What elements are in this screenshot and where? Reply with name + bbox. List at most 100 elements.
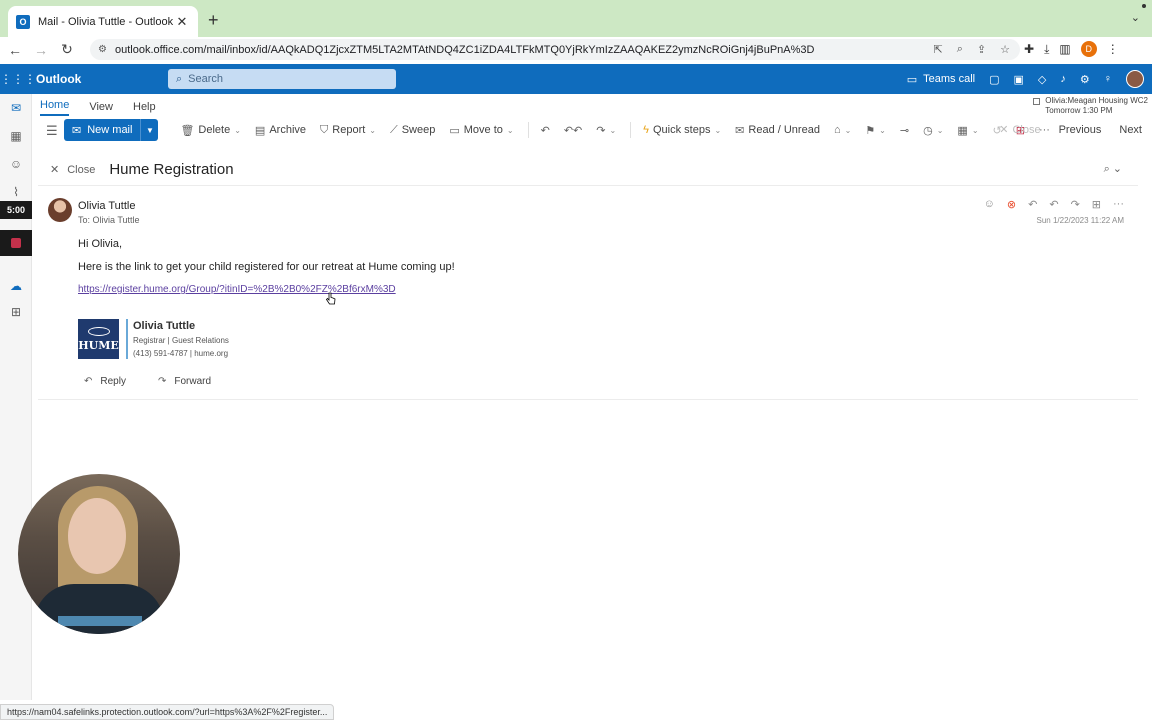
- sender-avatar[interactable]: [48, 198, 72, 222]
- webcam-shirt-print: [58, 616, 142, 626]
- bookmark-star-icon[interactable]: ☆: [1000, 43, 1010, 56]
- reply-all-toolbar-button[interactable]: ↶↶: [564, 124, 582, 137]
- url-text[interactable]: outlook.office.com/mail/inbox/id/AAQkADQ…: [115, 44, 934, 56]
- app-launcher-icon[interactable]: ⋮⋮⋮: [0, 72, 36, 86]
- browser-toolbar: ← → ↻ ⚙ outlook.office.com/mail/inbox/id…: [0, 37, 1152, 62]
- account-avatar[interactable]: [1126, 70, 1144, 88]
- collapse-nav-icon[interactable]: ☰: [46, 123, 58, 139]
- people-icon[interactable]: ☺: [0, 150, 32, 178]
- back-icon[interactable]: ←: [4, 42, 26, 58]
- signature-title: Registrar | Guest Relations: [133, 336, 229, 345]
- grid-view-icon[interactable]: ⊞: [1092, 198, 1101, 211]
- chevron-down-icon: ⌄: [609, 125, 617, 135]
- chevron-down-icon: ⌄: [936, 125, 944, 135]
- archive-label: Archive: [269, 124, 307, 136]
- sweep-button[interactable]: ⟋ Sweep: [390, 124, 435, 137]
- move-to-button[interactable]: ▭ Move to ⌄: [449, 124, 513, 137]
- calendar-icon[interactable]: ▦: [0, 122, 32, 150]
- zoom-dropdown-icon[interactable]: ⌕ ⌄: [1104, 162, 1122, 176]
- pin-button[interactable]: ⊸: [900, 124, 909, 137]
- new-mail-dropdown[interactable]: ▼: [140, 119, 159, 141]
- browser-tab[interactable]: O Mail - Olivia Tuttle - Outlook ✕: [8, 6, 198, 37]
- reply-toolbar-button[interactable]: ↶: [541, 124, 550, 137]
- hand-cursor-icon: [326, 292, 336, 305]
- share-icon[interactable]: ⇪: [977, 43, 986, 56]
- sender-name[interactable]: Olivia Tuttle: [78, 200, 135, 212]
- reply-actions: ↶ Reply ↷ Forward: [78, 374, 217, 389]
- zoom-icon[interactable]: ⌕: [957, 43, 963, 56]
- forward-toolbar-button[interactable]: ↷ ⌄: [596, 124, 616, 137]
- download-icon[interactable]: ⤓: [1044, 42, 1049, 57]
- next-button[interactable]: Next: [1119, 123, 1142, 136]
- tab-search-chevron-icon[interactable]: ⌄: [1131, 11, 1140, 24]
- reading-pane-header: ✕ Close Hume Registration ⌕ ⌄: [38, 154, 1138, 186]
- bell-icon[interactable]: ♪: [1060, 73, 1066, 85]
- app-brand[interactable]: Outlook: [36, 72, 166, 86]
- new-mail-button[interactable]: ✉ New mail: [64, 119, 141, 141]
- reply-button[interactable]: ↶ Reply: [78, 374, 132, 389]
- forward-icon[interactable]: ↷: [1071, 198, 1080, 211]
- teams-call-button[interactable]: ▭ Teams call: [907, 73, 975, 86]
- address-bar[interactable]: ⚙ outlook.office.com/mail/inbox/id/AAQkA…: [90, 39, 1020, 60]
- reply-all-icon[interactable]: ↶: [1049, 198, 1058, 211]
- extensions-icon[interactable]: ✚: [1024, 42, 1034, 56]
- profile-avatar[interactable]: D: [1080, 41, 1097, 57]
- search-box[interactable]: ⌕ Search: [168, 69, 396, 89]
- reply-icon: ↶: [540, 124, 550, 137]
- emoji-reaction-icon[interactable]: ☺: [984, 198, 995, 211]
- site-info-icon[interactable]: ⚙: [98, 44, 107, 55]
- rules-button[interactable]: ▦ ⌄: [957, 124, 978, 137]
- close-message-button[interactable]: ✕ Close: [50, 163, 96, 177]
- archive-button[interactable]: ▤ Archive: [255, 124, 306, 137]
- recording-timer: 5:00: [0, 201, 32, 219]
- previous-button[interactable]: Previous: [1059, 123, 1102, 136]
- body-text: Here is the link to get your child regis…: [78, 261, 455, 273]
- snooze-button[interactable]: ◷ ⌄: [923, 124, 943, 137]
- registration-link[interactable]: https://register.hume.org/Group/?itinID=…: [78, 284, 396, 295]
- more-actions-icon[interactable]: ···: [1113, 198, 1124, 211]
- flag-button[interactable]: ⚑ ⌄: [865, 124, 886, 137]
- left-app-rail: ✉ ▦ ☺ ⌇: [0, 94, 32, 700]
- word-icon[interactable]: ▣: [1014, 73, 1024, 86]
- reload-icon[interactable]: ↻: [56, 41, 78, 58]
- read-unread-button[interactable]: ✉ Read / Unread: [735, 124, 820, 137]
- tab-help[interactable]: Help: [133, 101, 156, 116]
- recording-stop-button[interactable]: [0, 230, 32, 256]
- browser-menu-icon[interactable]: ⋮: [1107, 42, 1119, 56]
- open-in-app-icon[interactable]: ⇱: [934, 43, 943, 56]
- gear-icon[interactable]: ⚙: [1080, 73, 1090, 86]
- tab-view[interactable]: View: [89, 101, 113, 116]
- report-button[interactable]: ⛉ Report ⌄: [320, 124, 376, 137]
- upcoming-meeting[interactable]: Olivia:Meagan Housing WC2 Tomorrow 1:30 …: [1033, 96, 1148, 116]
- link-status-bar: https://nam04.safelinks.protection.outlo…: [0, 704, 335, 720]
- todo-icon[interactable]: ◇: [1038, 73, 1046, 86]
- read-unread-label: Read / Unread: [748, 124, 820, 136]
- new-tab-button[interactable]: +: [208, 10, 219, 31]
- report-label: Report: [332, 124, 366, 136]
- chat-icon[interactable]: ▢: [989, 73, 999, 86]
- logo-emblem: [87, 326, 110, 336]
- recipients: To: Olivia Tuttle: [78, 215, 140, 225]
- reply-icon[interactable]: ↶: [1028, 198, 1037, 211]
- mail-icon[interactable]: ✉: [0, 94, 32, 122]
- chevron-down-icon: ⌄: [844, 125, 852, 135]
- sidepanel-icon[interactable]: ▥: [1059, 42, 1070, 56]
- onedrive-icon[interactable]: ☁: [0, 272, 32, 300]
- close-reading-button[interactable]: ✕ Close: [999, 123, 1040, 137]
- close-message-label: Close: [67, 163, 96, 176]
- teams-call-label: Teams call: [923, 73, 976, 85]
- signature-name: Olivia Tuttle: [133, 320, 196, 332]
- status-icon[interactable]: ⊗: [1007, 198, 1016, 211]
- forward-icon[interactable]: →: [30, 42, 52, 58]
- forward-button[interactable]: ↷ Forward: [152, 374, 217, 389]
- apps-icon[interactable]: ⊞: [0, 298, 32, 326]
- categorize-button[interactable]: ⌂ ⌄: [834, 124, 851, 136]
- tab-close-icon[interactable]: ✕: [174, 14, 190, 30]
- tab-home[interactable]: Home: [40, 99, 70, 116]
- quick-steps-button[interactable]: ϟ Quick steps ⌄: [643, 124, 721, 136]
- broom-icon: ⟋: [390, 123, 398, 136]
- delete-button[interactable]: 🗑 Delete ⌄: [180, 124, 240, 137]
- tips-icon[interactable]: ♀: [1104, 73, 1112, 85]
- envelope-icon: ✉: [72, 124, 82, 137]
- video-camera-icon: ▭: [906, 73, 918, 86]
